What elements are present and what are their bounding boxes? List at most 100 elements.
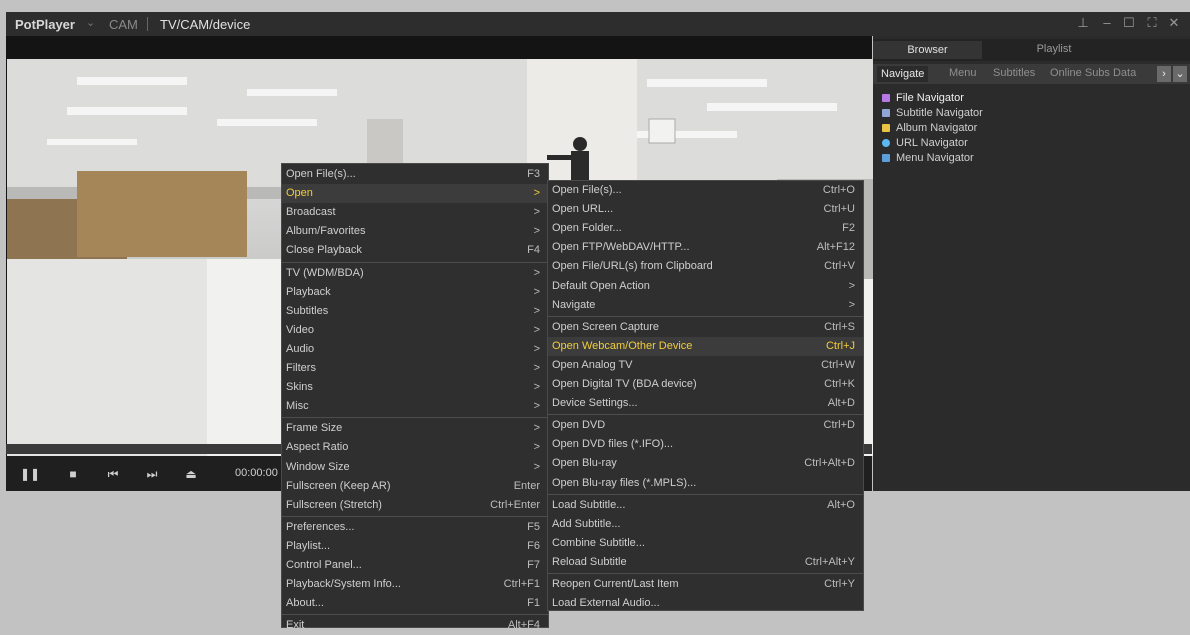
menu-item-label: Load Subtitle... xyxy=(552,498,626,511)
album-navigator-icon xyxy=(882,124,890,133)
subtitle-navigator-item[interactable]: Subtitle Navigator xyxy=(882,106,983,120)
menu-item-open-dvd-files-ifo[interactable]: Open DVD files (*.IFO)... xyxy=(548,435,863,454)
menu-item-label: Add Subtitle... xyxy=(552,517,621,530)
time-display: 00:00:00 xyxy=(235,467,278,479)
menu-item-load-subtitle[interactable]: Load Subtitle... Alt+O xyxy=(548,496,863,515)
menu-item-open-folder[interactable]: Open Folder... F2 xyxy=(548,219,863,238)
menu-item-label: Playlist... xyxy=(286,539,331,552)
stop-icon[interactable]: ■ xyxy=(64,465,82,483)
menu-item-playback-system-info[interactable]: Playback/System Info... Ctrl+F1 xyxy=(282,575,548,594)
menu-item-shortcut: Alt+D xyxy=(827,397,855,410)
menu-item-fullscreen-stretch[interactable]: Fullscreen (Stretch) Ctrl+Enter xyxy=(282,496,548,515)
menu-item-shortcut: Ctrl+O xyxy=(822,184,855,196)
menu-item-label: Open Webcam/Other Device xyxy=(552,339,693,352)
minimize-icon[interactable]: – xyxy=(1099,15,1115,31)
album-navigator-item[interactable]: Album Navigator xyxy=(882,121,977,135)
menu-item-reopen-current-last-item[interactable]: Reopen Current/Last Item Ctrl+Y xyxy=(548,575,863,594)
menu-item-label: Exit xyxy=(286,619,305,632)
submenu-arrow-icon: > xyxy=(533,422,540,435)
fullscreen-icon[interactable]: ⛶ xyxy=(1144,15,1160,31)
menu-item-about[interactable]: About... F1 xyxy=(282,594,548,613)
navigate-tabs: Navigate Menu Subtitles Online Subs Data… xyxy=(873,64,1190,84)
menu-item-misc[interactable]: Misc > xyxy=(282,397,548,416)
menu-item-playback[interactable]: Playback > xyxy=(282,283,548,302)
menu-item-load-external-audio[interactable]: Load External Audio... xyxy=(548,594,863,613)
menu-item-label: Open URL... xyxy=(552,203,614,216)
menu-item-control-panel[interactable]: Control Panel... F7 xyxy=(282,556,548,575)
app-name[interactable]: PotPlayer xyxy=(15,17,75,32)
tab-navigate[interactable]: Navigate xyxy=(877,66,929,82)
menu-item-skins[interactable]: Skins > xyxy=(282,378,548,397)
menu-item-open-webcam-other-device[interactable]: Open Webcam/Other Device Ctrl+J xyxy=(548,336,863,356)
menu-item-label: Load External Audio... xyxy=(552,597,660,610)
menu-item-open-blu-ray-files-mpls[interactable]: Open Blu-ray files (*.MPLS)... xyxy=(548,474,863,493)
menu-item-album-favorites[interactable]: Album/Favorites > xyxy=(282,222,548,241)
menu-item-aspect-ratio[interactable]: Aspect Ratio > xyxy=(282,438,548,457)
menu-item-default-open-action[interactable]: Default Open Action > xyxy=(548,277,863,296)
menu-item-shortcut: F2 xyxy=(842,222,855,235)
menu-item-open-analog-tv[interactable]: Open Analog TV Ctrl+W xyxy=(548,356,863,375)
menu-item-label: Default Open Action xyxy=(552,279,650,292)
chevron-right-icon[interactable]: › xyxy=(1157,66,1171,82)
menu-item-tv-wdm-bda[interactable]: TV (WDM/BDA) > xyxy=(282,264,548,283)
chevron-down-icon[interactable]: ⌄ xyxy=(1173,66,1187,82)
menu-item-fullscreen-keep-ar[interactable]: Fullscreen (Keep AR) Enter xyxy=(282,477,548,496)
menu-item-broadcast[interactable]: Broadcast > xyxy=(282,203,548,222)
menu-item-device-settings[interactable]: Device Settings... Alt+D xyxy=(548,394,863,413)
close-icon[interactable]: ✕ xyxy=(1166,15,1182,31)
submenu-arrow-icon: > xyxy=(533,187,540,200)
menu-item-audio[interactable]: Audio > xyxy=(282,340,548,359)
file-navigator-item[interactable]: File Navigator xyxy=(882,91,964,105)
submenu-arrow-icon: > xyxy=(533,342,540,355)
menu-item-label: Playback/System Info... xyxy=(286,578,401,591)
menu-item-frame-size[interactable]: Frame Size > xyxy=(282,419,548,438)
tab-subtitles[interactable]: Subtitles xyxy=(993,67,1035,79)
eject-icon[interactable]: ⏏ xyxy=(182,465,200,483)
menu-item-open-digital-tv-bda-device[interactable]: Open Digital TV (BDA device) Ctrl+K xyxy=(548,375,863,394)
menu-navigator-item[interactable]: Menu Navigator xyxy=(882,151,974,165)
menu-item-label: Open File/URL(s) from Clipboard xyxy=(552,260,713,273)
menu-item-preferences[interactable]: Preferences... F5 xyxy=(282,518,548,537)
chevron-down-icon[interactable]: ⌄ xyxy=(86,16,95,29)
menu-item-shortcut: Ctrl+U xyxy=(823,203,855,216)
menu-item-close-playback[interactable]: Close Playback F4 xyxy=(282,241,548,260)
menu-item-add-subtitle[interactable]: Add Subtitle... xyxy=(548,515,863,534)
next-icon[interactable]: ⏭ xyxy=(143,465,161,483)
menu-item-open[interactable]: Open > xyxy=(282,184,548,204)
menu-item-shortcut: Alt+F12 xyxy=(816,241,855,254)
menu-item-combine-subtitle[interactable]: Combine Subtitle... xyxy=(548,534,863,553)
menu-item-open-screen-capture[interactable]: Open Screen Capture Ctrl+S xyxy=(548,318,863,337)
menu-item-shortcut: Ctrl+S xyxy=(824,320,855,333)
menu-item-shortcut: F3 xyxy=(527,168,540,180)
menu-item-label: Device Settings... xyxy=(552,397,638,410)
menu-item-label: Skins xyxy=(286,381,313,394)
tab-playlist[interactable]: Playlist xyxy=(1014,43,1094,55)
menu-item-reload-subtitle[interactable]: Reload Subtitle Ctrl+Alt+Y xyxy=(548,553,863,572)
tab-online-subs-data[interactable]: Online Subs Data xyxy=(1050,67,1136,79)
menu-item-label: Open File(s)... xyxy=(286,168,356,180)
tab-browser[interactable]: Browser xyxy=(873,41,982,59)
menu-item-shortcut: Alt+F4 xyxy=(507,619,540,632)
url-navigator-item[interactable]: URL Navigator xyxy=(882,136,968,150)
menu-item-open-file-url-s-from-clipboard[interactable]: Open File/URL(s) from Clipboard Ctrl+V xyxy=(548,257,863,276)
menu-item-open-blu-ray[interactable]: Open Blu-ray Ctrl+Alt+D xyxy=(548,454,863,473)
menu-item-open-dvd[interactable]: Open DVD Ctrl+D xyxy=(548,416,863,435)
pause-icon[interactable]: ❚❚ xyxy=(20,465,40,483)
menu-item-open-ftp-webdav-http[interactable]: Open FTP/WebDAV/HTTP... Alt+F12 xyxy=(548,238,863,257)
menu-item-window-size[interactable]: Window Size > xyxy=(282,458,548,477)
menu-item-navigate[interactable]: Navigate > xyxy=(548,296,863,315)
menu-item-filters[interactable]: Filters > xyxy=(282,359,548,378)
submenu-arrow-icon: > xyxy=(533,441,540,454)
menu-item-open-file-s[interactable]: Open File(s)... Ctrl+O xyxy=(548,181,863,200)
menu-item-open-url[interactable]: Open URL... Ctrl+U xyxy=(548,200,863,219)
menu-item-playlist[interactable]: Playlist... F6 xyxy=(282,537,548,556)
menu-item-video[interactable]: Video > xyxy=(282,321,548,340)
pin-icon[interactable]: ⊥ xyxy=(1075,15,1091,31)
tab-menu[interactable]: Menu xyxy=(949,67,977,79)
menu-item-subtitles[interactable]: Subtitles > xyxy=(282,302,548,321)
submenu-arrow-icon: > xyxy=(533,460,540,473)
previous-icon[interactable]: ⏮ xyxy=(104,465,122,483)
menu-item-open-file-s[interactable]: Open File(s)... F3 xyxy=(282,165,548,184)
menu-item-label: Aspect Ratio xyxy=(286,441,349,454)
maximize-icon[interactable]: ☐ xyxy=(1121,15,1137,31)
